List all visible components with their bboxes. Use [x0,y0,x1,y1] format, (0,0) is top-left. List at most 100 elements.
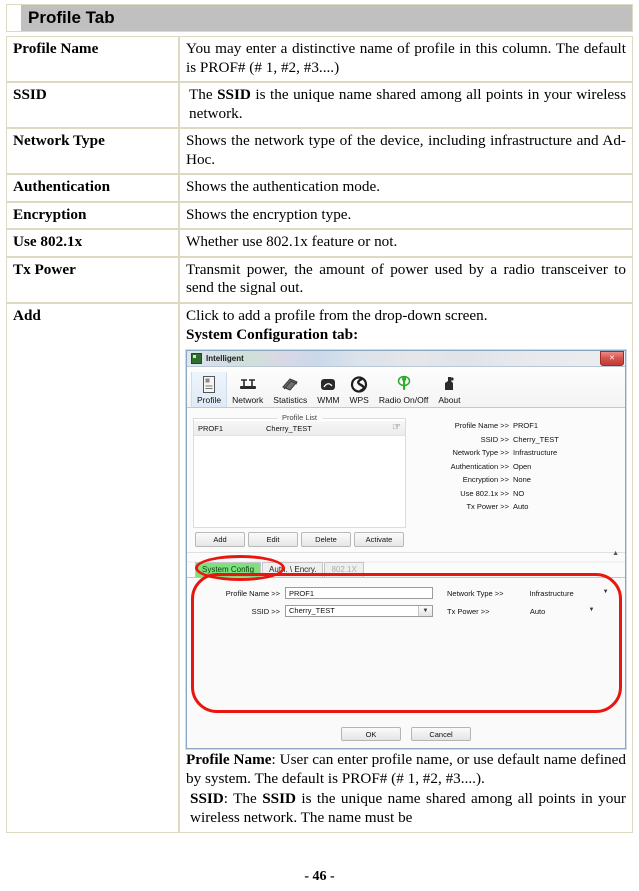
tab-radio-onoff[interactable]: Radio On/Off [374,372,433,407]
profile-action-buttons: Add Edit Delete Activate [193,528,406,552]
profile-name-cell: PROF1 [198,423,224,433]
chevron-down-icon[interactable]: ▼ [589,607,595,614]
tx-power-value[interactable]: Auto [495,607,581,616]
tab-label: Statistics [273,394,308,405]
add-paragraph-profile-name: Profile Name: User can enter profile nam… [186,751,626,788]
dialog-actions: OK Cancel [187,709,625,749]
row-key: Use 802.1x [6,229,179,257]
row-value-add: Click to add a profile from the drop-dow… [179,303,633,833]
row-value-post: is the unique name shared among all poin… [189,86,626,122]
utility-toolbar: Profile Network Statistics WMM WPS Radio… [187,367,625,409]
table-row: SSID The SSID is the unique name shared … [6,82,633,129]
row-key: Encryption [6,201,179,230]
ssid-desc-pre: : The [223,790,263,808]
scroll-indicator[interactable] [187,550,625,562]
network-type-field-group: Network Type >> Infrastructure ▼ [433,589,619,598]
network-type-value[interactable]: Infrastructure [509,589,595,598]
info-label: Profile Name >> [454,421,509,431]
info-label: Tx Power >> [466,502,509,512]
wps-icon [350,374,368,394]
profile-ssid-cell: Cherry_TEST [266,423,312,433]
utility-body: Profile List PROF1 Cherry_TEST ☞ Add Edi… [187,408,625,553]
ssid-select-value: Cherry_TEST [289,606,335,616]
info-value: PROF1 [513,421,539,431]
row-value: Whether use 802.1x feature or not. [179,229,633,257]
table-row: Network Type Shows the network type of t… [6,128,633,175]
tab-wps[interactable]: WPS [344,372,373,407]
row-value-pre: The [189,86,218,104]
cancel-button[interactable]: Cancel [411,727,471,742]
info-label: Authentication >> [450,461,509,471]
ssid-term: SSID [190,790,224,808]
tab-8021x[interactable]: 802.1X [324,562,364,578]
tab-label: Network [232,394,264,405]
utility-window-screenshot: Intelligent ✕ Profile Network Statistics… [186,350,626,750]
edit-button[interactable]: Edit [248,532,298,548]
tab-about[interactable]: About [433,372,465,407]
tx-power-field-group: Tx Power >> Auto ▼ [433,607,619,616]
ssid-label: SSID >> [251,606,280,616]
form-row: Profile Name >> PROF1 Network Type >> In… [193,587,619,600]
form-row: SSID >> Cherry_TEST ▼ Tx Power >> Auto ▼ [193,605,619,618]
page-footer: - 46 - [304,869,335,884]
page-title: Profile Tab [28,8,115,27]
row-value: The SSID is the unique name shared among… [179,82,633,129]
add-subtitle: System Configuration tab: [186,325,359,343]
row-key: Add [6,303,179,833]
row-key: Authentication [6,174,179,202]
window-titlebar: Intelligent ✕ [187,351,625,368]
info-value: Auto [513,502,529,512]
table-row: Profile Name You may enter a distinctive… [6,36,633,83]
tab-label: WMM [317,394,340,405]
tab-network[interactable]: Network [227,372,268,407]
tab-auth-encry[interactable]: Auth. \ Encry. [262,562,324,578]
delete-button[interactable]: Delete [301,532,351,548]
about-icon [442,374,456,394]
info-label: SSID >> [480,434,509,444]
info-label: Use 802.1x >> [460,488,509,498]
config-tabstrip: System Config Auth. \ Encry. 802.1X [187,562,625,579]
info-value: Infrastructure [513,448,558,458]
row-key: Tx Power [6,256,179,304]
activate-button[interactable]: Activate [354,532,404,548]
row-value-bold: SSID [217,86,251,104]
info-label: Network Type >> [452,448,509,458]
profile-list[interactable]: PROF1 Cherry_TEST ☞ [194,421,405,528]
tab-label: WPS [349,394,369,405]
system-config-form: Profile Name >> PROF1 Network Type >> In… [187,578,625,710]
table-row: Authentication Shows the authentication … [6,174,633,202]
table-row: Tx Power Transmit power, the amount of p… [6,256,633,304]
chevron-down-icon[interactable]: ▼ [418,606,432,617]
tab-statistics[interactable]: Statistics [268,372,312,407]
tab-system-config[interactable]: System Config [195,562,262,578]
row-value: Shows the network type of the device, in… [179,128,633,175]
app-icon [191,353,202,365]
profile-name-input[interactable]: PROF1 [285,587,433,600]
table-row: Use 802.1x Whether use 802.1x feature or… [6,229,633,257]
row-value: You may enter a distinctive name of prof… [179,36,633,83]
radio-onoff-icon [396,374,412,394]
profile-icon [201,374,217,394]
tab-label: Profile [197,394,222,405]
ok-button[interactable]: OK [341,727,401,742]
ssid-select[interactable]: Cherry_TEST ▼ [285,605,433,618]
tab-wmm[interactable]: WMM [312,372,344,407]
add-intro-text: Click to add a profile from the drop-dow… [186,307,488,325]
row-key: SSID [6,82,179,129]
spec-table: Profile Name You may enter a distinctive… [6,36,633,833]
info-row: Profile Name >> PROF1 [408,419,619,433]
header-left-strip [7,5,21,31]
window-title: Intelligent [206,353,244,363]
row-key: Network Type [6,128,179,175]
chevron-down-icon[interactable]: ▼ [603,589,609,596]
tab-profile[interactable]: Profile [191,371,228,408]
close-icon[interactable]: ✕ [600,351,624,367]
info-row: Authentication >> Open [408,460,619,474]
tab-label: About [438,394,461,405]
info-value: Cherry_TEST [513,434,559,444]
list-item[interactable]: PROF1 Cherry_TEST ☞ [194,421,405,437]
tab-label: Radio On/Off [378,394,429,405]
network-type-label: Network Type >> [447,588,504,598]
add-button[interactable]: Add [195,532,245,548]
section-header: Profile Tab [6,4,633,32]
